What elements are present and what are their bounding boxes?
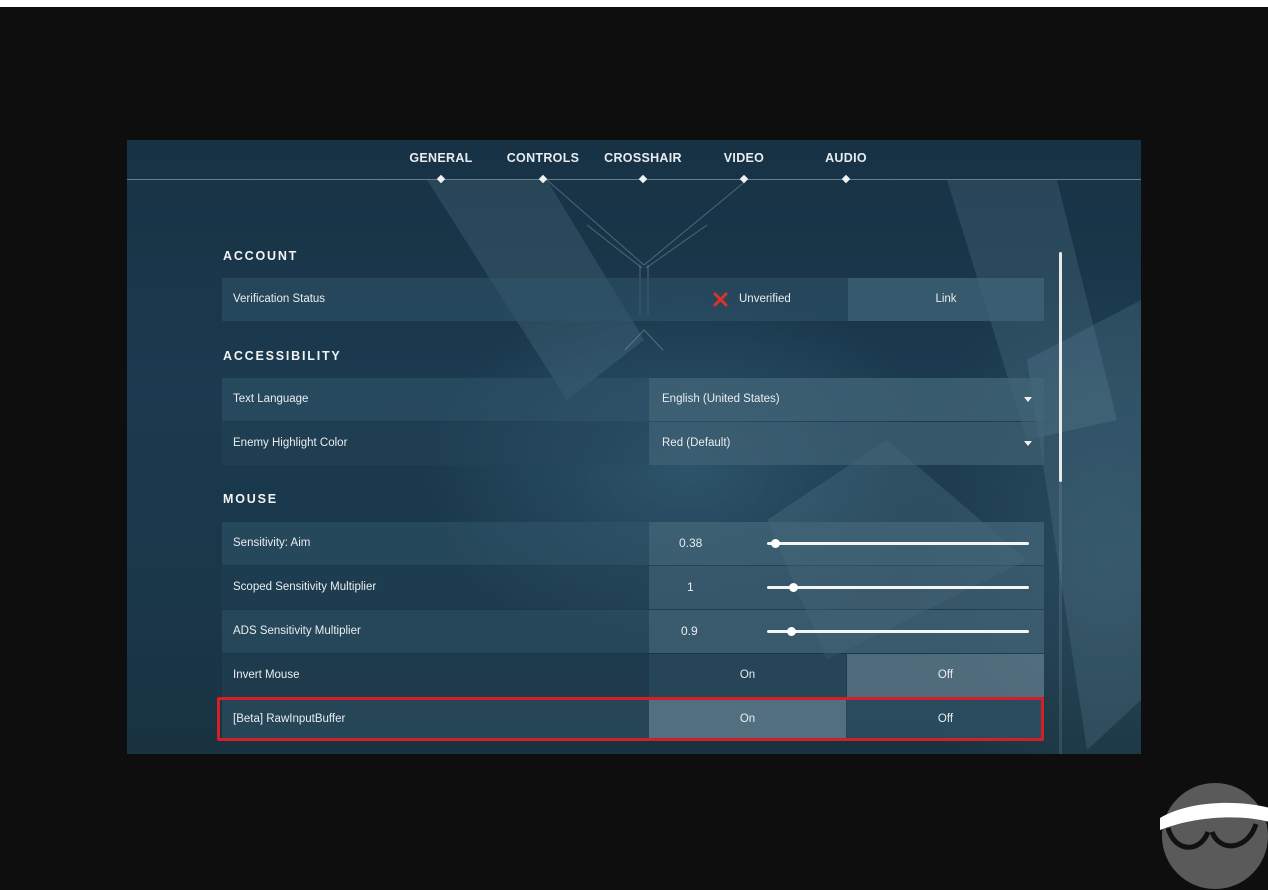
raw-input-buffer-label: [Beta] RawInputBuffer <box>233 713 346 725</box>
link-account-button[interactable]: Link <box>848 278 1044 321</box>
row-invert-mouse: Invert Mouse On Off <box>222 654 1044 697</box>
scoped-sensitivity-control: 1 <box>649 566 1044 609</box>
raw-input-on-button[interactable]: On <box>649 698 846 741</box>
invert-mouse-on-button[interactable]: On <box>649 654 846 697</box>
sensitivity-aim-slider[interactable] <box>767 539 1029 548</box>
ads-sensitivity-control: 0.9 <box>649 610 1044 653</box>
section-title-accessibility: ACCESSIBILITY <box>223 349 342 363</box>
top-edge-strip <box>0 0 1268 7</box>
section-title-account: ACCOUNT <box>223 249 299 263</box>
caret-down-icon <box>1024 441 1032 446</box>
scoped-sensitivity-slider[interactable] <box>767 583 1029 592</box>
ads-sensitivity-slider[interactable] <box>767 627 1029 636</box>
text-language-label: Text Language <box>233 393 309 405</box>
sunglasses-logo-icon <box>1160 783 1268 889</box>
row-text-language: Text Language English (United States) <box>222 378 1044 421</box>
row-sensitivity-aim: Sensitivity: Aim 0.38 <box>222 522 1044 565</box>
tab-audio-marker <box>841 174 851 184</box>
invert-mouse-off-button[interactable]: Off <box>847 654 1044 697</box>
scrollbar-thumb[interactable] <box>1059 252 1062 482</box>
settings-screen: GENERAL CONTROLS CROSSHAIR VIDEO AUDIO A… <box>127 140 1141 754</box>
row-enemy-highlight-color: Enemy Highlight Color Red (Default) <box>222 422 1044 465</box>
text-language-dropdown[interactable]: English (United States) <box>649 378 1044 421</box>
sensitivity-aim-control: 0.38 <box>649 522 1044 565</box>
tab-controls[interactable]: CONTROLS <box>507 151 580 165</box>
tab-general-marker <box>436 174 446 184</box>
tab-crosshair-marker <box>638 174 648 184</box>
enemy-highlight-value: Red (Default) <box>662 437 731 449</box>
scoped-sensitivity-slider-thumb[interactable] <box>789 583 799 592</box>
text-language-value: English (United States) <box>662 393 780 405</box>
x-icon <box>713 292 728 307</box>
enemy-highlight-dropdown[interactable]: Red (Default) <box>649 422 1044 465</box>
tab-crosshair[interactable]: CROSSHAIR <box>604 151 682 165</box>
enemy-highlight-label: Enemy Highlight Color <box>233 437 348 449</box>
verification-status-label: Verification Status <box>233 293 326 305</box>
scrollbar-track[interactable] <box>1059 482 1062 754</box>
sensitivity-aim-slider-thumb[interactable] <box>770 539 780 548</box>
ads-sensitivity-slider-thumb[interactable] <box>786 627 796 636</box>
tab-divider-line <box>127 179 1141 180</box>
ads-sensitivity-label: ADS Sensitivity Multiplier <box>233 625 361 637</box>
caret-down-icon <box>1024 397 1032 402</box>
section-title-mouse: MOUSE <box>223 492 278 506</box>
tab-general[interactable]: GENERAL <box>409 151 472 165</box>
tab-video[interactable]: VIDEO <box>724 151 764 165</box>
sensitivity-aim-label: Sensitivity: Aim <box>233 537 311 549</box>
settings-tabs: GENERAL CONTROLS CROSSHAIR VIDEO AUDIO <box>127 140 1141 190</box>
invert-mouse-label: Invert Mouse <box>233 669 300 681</box>
verification-status-value: Unverified <box>739 293 791 305</box>
scoped-sensitivity-value[interactable]: 1 <box>687 566 694 609</box>
raw-input-off-button[interactable]: Off <box>847 698 1044 741</box>
tab-audio[interactable]: AUDIO <box>825 151 867 165</box>
row-scoped-sensitivity: Scoped Sensitivity Multiplier 1 <box>222 566 1044 609</box>
row-raw-input-buffer: [Beta] RawInputBuffer On Off <box>222 698 1044 741</box>
row-ads-sensitivity: ADS Sensitivity Multiplier 0.9 <box>222 610 1044 653</box>
sensitivity-aim-value[interactable]: 0.38 <box>679 522 702 565</box>
row-verification-status: Verification Status Unverified Link <box>222 278 1044 321</box>
scoped-sensitivity-label: Scoped Sensitivity Multiplier <box>233 581 377 593</box>
tab-video-marker <box>739 174 749 184</box>
tab-controls-marker <box>538 174 548 184</box>
ads-sensitivity-value[interactable]: 0.9 <box>681 610 698 653</box>
